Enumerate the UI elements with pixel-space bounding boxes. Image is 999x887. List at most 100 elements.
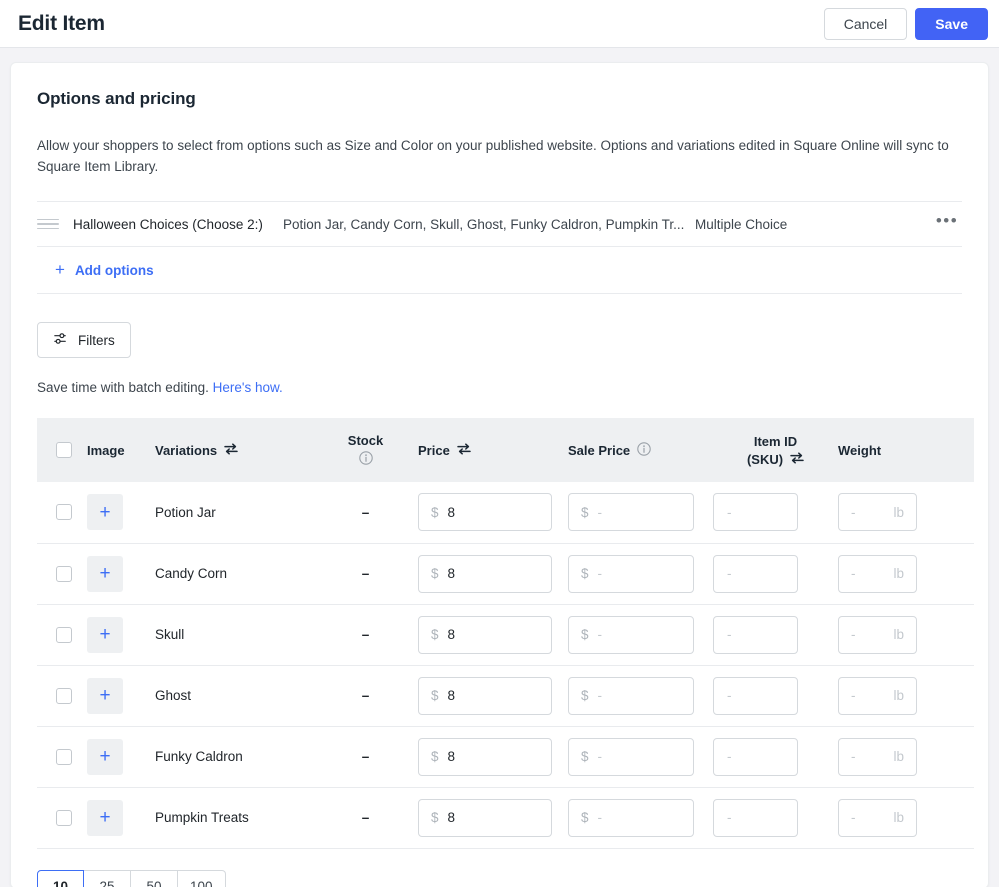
table-row: + Funky Caldron – $ 8 $ - xyxy=(37,726,974,787)
filters-button[interactable]: Filters xyxy=(37,322,131,358)
sale-price-input[interactable]: $ - xyxy=(568,738,694,776)
select-all-checkbox[interactable] xyxy=(56,442,72,458)
weight-cell: - lb xyxy=(838,726,974,787)
swap-arrows-icon[interactable] xyxy=(790,452,804,467)
price-header: Price xyxy=(418,418,568,482)
select-all-header xyxy=(37,418,87,482)
sale-price-input[interactable]: $ - xyxy=(568,799,694,837)
stock-value[interactable]: – xyxy=(313,604,418,665)
variation-name: Pumpkin Treats xyxy=(155,787,313,848)
weight-input[interactable]: - lb xyxy=(838,738,917,776)
row-select-cell xyxy=(37,665,87,726)
sku-input[interactable]: - xyxy=(713,677,798,715)
price-cell: $ 8 xyxy=(418,604,568,665)
price-input[interactable]: $ 8 xyxy=(418,799,552,837)
overflow-menu-icon[interactable]: ••• xyxy=(932,216,962,232)
row-select-cell xyxy=(37,482,87,543)
item-id-header-label: Item ID xyxy=(754,434,797,449)
add-image-button[interactable]: + xyxy=(87,556,123,592)
currency-symbol: $ xyxy=(581,627,589,642)
sku-input[interactable]: - xyxy=(713,555,798,593)
price-value: 8 xyxy=(448,566,456,581)
top-bar-actions: Cancel Save xyxy=(824,8,988,40)
row-select-cell xyxy=(37,787,87,848)
table-header-row: Image Variations xyxy=(37,418,974,482)
sku-input[interactable]: - xyxy=(713,616,798,654)
weight-placeholder: - xyxy=(851,627,856,642)
variation-name: Ghost xyxy=(155,665,313,726)
sale-price-placeholder: - xyxy=(598,627,603,642)
option-type: Multiple Choice xyxy=(695,217,932,232)
section-title: Options and pricing xyxy=(37,89,962,109)
row-select-cell xyxy=(37,543,87,604)
add-image-button[interactable]: + xyxy=(87,678,123,714)
sale-price-placeholder: - xyxy=(598,810,603,825)
price-input[interactable]: $ 8 xyxy=(418,677,552,715)
sku-placeholder: - xyxy=(727,810,732,825)
row-checkbox[interactable] xyxy=(56,566,72,582)
weight-unit: lb xyxy=(893,627,904,642)
page-size-100[interactable]: 100 xyxy=(178,870,226,887)
info-icon[interactable] xyxy=(637,442,651,459)
sale-price-input[interactable]: $ - xyxy=(568,493,694,531)
heres-how-link[interactable]: Here's how. xyxy=(213,380,283,395)
swap-arrows-icon[interactable] xyxy=(457,443,471,458)
sale-price-input[interactable]: $ - xyxy=(568,616,694,654)
add-image-button[interactable]: + xyxy=(87,739,123,775)
add-options-row: + Add options xyxy=(37,247,962,294)
info-icon[interactable] xyxy=(359,451,373,468)
batch-editing-text: Save time with batch editing. xyxy=(37,380,209,395)
save-button[interactable]: Save xyxy=(915,8,988,40)
sku-input[interactable]: - xyxy=(713,799,798,837)
sale-price-placeholder: - xyxy=(598,688,603,703)
weight-unit: lb xyxy=(893,810,904,825)
row-checkbox[interactable] xyxy=(56,810,72,826)
row-checkbox[interactable] xyxy=(56,688,72,704)
variations-header: Variations xyxy=(155,418,313,482)
weight-cell: - lb xyxy=(838,604,974,665)
sku-input[interactable]: - xyxy=(713,738,798,776)
option-row[interactable]: Halloween Choices (Choose 2:) Potion Jar… xyxy=(37,201,962,247)
weight-input[interactable]: - lb xyxy=(838,799,917,837)
cancel-button[interactable]: Cancel xyxy=(824,8,908,40)
weight-input[interactable]: - lb xyxy=(838,493,917,531)
sku-input[interactable]: - xyxy=(713,493,798,531)
sale-price-cell: $ - xyxy=(568,482,713,543)
sale-price-placeholder: - xyxy=(598,749,603,764)
weight-input[interactable]: - lb xyxy=(838,616,917,654)
currency-symbol: $ xyxy=(431,505,439,520)
add-image-button[interactable]: + xyxy=(87,617,123,653)
add-image-button[interactable]: + xyxy=(87,800,123,836)
sale-price-input[interactable]: $ - xyxy=(568,555,694,593)
stock-value[interactable]: – xyxy=(313,665,418,726)
price-input[interactable]: $ 8 xyxy=(418,616,552,654)
currency-symbol: $ xyxy=(581,810,589,825)
row-checkbox[interactable] xyxy=(56,627,72,643)
price-input[interactable]: $ 8 xyxy=(418,738,552,776)
row-image-cell: + xyxy=(87,604,155,665)
stock-value[interactable]: – xyxy=(313,787,418,848)
weight-input[interactable]: - lb xyxy=(838,677,917,715)
stock-header-label: Stock xyxy=(348,433,383,448)
price-cell: $ 8 xyxy=(418,482,568,543)
page-size-25[interactable]: 25 xyxy=(84,870,131,887)
row-checkbox[interactable] xyxy=(56,749,72,765)
add-image-button[interactable]: + xyxy=(87,494,123,530)
page-size-50[interactable]: 50 xyxy=(131,870,178,887)
currency-symbol: $ xyxy=(581,749,589,764)
table-row: + Pumpkin Treats – $ 8 $ - xyxy=(37,787,974,848)
page-size-10[interactable]: 10 xyxy=(37,870,84,887)
weight-cell: - lb xyxy=(838,543,974,604)
price-input[interactable]: $ 8 xyxy=(418,493,552,531)
stock-value[interactable]: – xyxy=(313,482,418,543)
price-input[interactable]: $ 8 xyxy=(418,555,552,593)
drag-handle-icon[interactable] xyxy=(37,219,59,230)
stock-value[interactable]: – xyxy=(313,726,418,787)
stock-value[interactable]: – xyxy=(313,543,418,604)
add-options-button[interactable]: + Add options xyxy=(37,262,154,279)
swap-arrows-icon[interactable] xyxy=(224,443,238,458)
row-image-cell: + xyxy=(87,665,155,726)
sale-price-input[interactable]: $ - xyxy=(568,677,694,715)
row-checkbox[interactable] xyxy=(56,504,72,520)
weight-input[interactable]: - lb xyxy=(838,555,917,593)
